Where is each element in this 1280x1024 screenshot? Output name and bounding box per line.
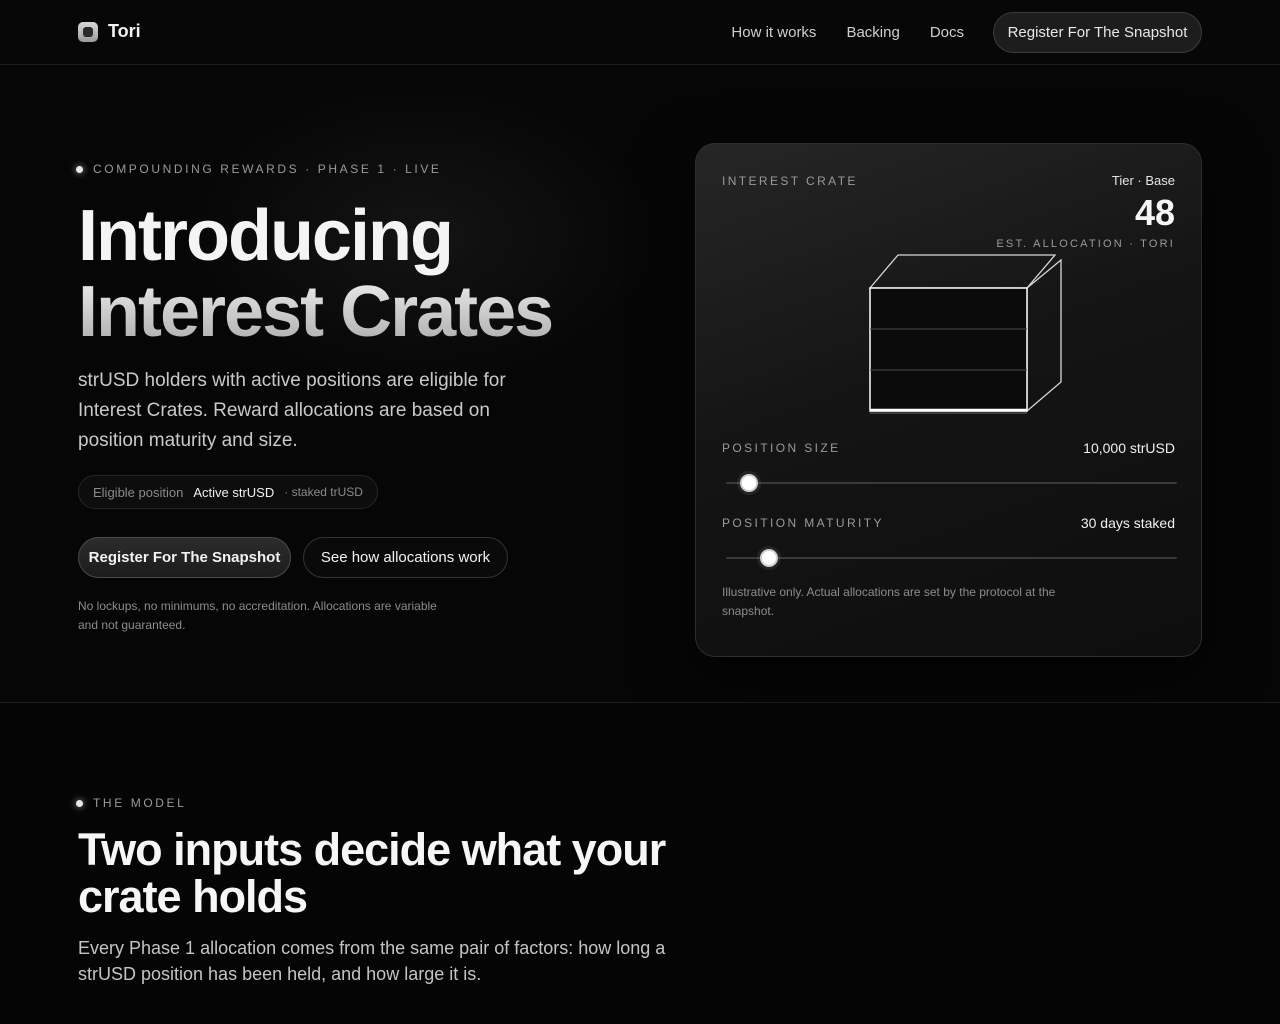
- section-dot-icon: [76, 799, 83, 807]
- hero-subtitle: strUSD holders with active positions are…: [78, 370, 506, 451]
- position-maturity-slider-thumb[interactable]: [759, 549, 778, 567]
- hero-section: COMPOUNDING REWARDS · PHASE 1 · LIVE Int…: [0, 65, 1280, 703]
- register-snapshot-button[interactable]: Register For The Snapshot: [78, 537, 291, 578]
- position-maturity-label: POSITION MATURITY: [722, 516, 884, 530]
- model-subtitle: Every Phase 1 allocation comes from the …: [78, 938, 666, 984]
- card-label: INTEREST CRATE: [722, 174, 858, 188]
- model-eyebrow-text: THE MODEL: [93, 796, 187, 810]
- top-nav: Tori How it works Backing Docs Register …: [0, 0, 1280, 65]
- eligibility-suffix: · staked trUSD: [284, 485, 363, 499]
- eligibility-pill: Eligible position Active strUSD · staked…: [78, 475, 378, 509]
- position-size-label: POSITION SIZE: [722, 441, 841, 455]
- hero-title: Introducing Interest Crates: [78, 196, 554, 352]
- card-allocation-label: EST. ALLOCATION · TORI: [996, 238, 1175, 250]
- interest-crate-card: INTEREST CRATE Tier · Base 48 EST. ALLOC…: [695, 143, 1202, 657]
- hero-eyebrow-text: COMPOUNDING REWARDS · PHASE 1 · LIVE: [93, 162, 442, 176]
- position-size-slider[interactable]: [726, 474, 1177, 492]
- position-maturity-value: 30 days staked: [1080, 515, 1175, 531]
- see-allocations-button[interactable]: See how allocations work: [303, 537, 508, 578]
- hero-title-line1: Introducing: [78, 196, 454, 276]
- hero-title-line2: Interest Crates: [78, 272, 554, 352]
- card-tier: Tier · Base: [1111, 173, 1175, 188]
- card-disclaimer: Illustrative only. Actual allocations ar…: [722, 585, 1056, 618]
- crate-icon: [868, 254, 1062, 414]
- position-size-value: 10,000 strUSD: [1083, 440, 1175, 456]
- eligibility-key: Eligible position: [93, 484, 184, 500]
- card-allocation-value: 48: [1134, 192, 1175, 233]
- eligibility-value: Active strUSD: [193, 484, 275, 500]
- model-section: THE MODEL Two inputs decide what your cr…: [0, 704, 1280, 1024]
- live-dot-icon: [76, 165, 83, 173]
- position-maturity-slider[interactable]: [726, 549, 1177, 567]
- nav-link-how-it-works[interactable]: How it works: [731, 24, 816, 41]
- model-title: Two inputs decide what your crate holds: [78, 824, 666, 922]
- nav-links: How it works Backing Docs: [731, 24, 964, 41]
- hero-fine-print: No lockups, no minimums, no accreditatio…: [78, 599, 437, 632]
- tori-logo-icon: [78, 21, 98, 42]
- hero-eyebrow: COMPOUNDING REWARDS · PHASE 1 · LIVE: [76, 162, 442, 176]
- position-size-slider-thumb[interactable]: [739, 474, 758, 492]
- nav-link-backing[interactable]: Backing: [846, 24, 899, 41]
- nav-register-button[interactable]: Register For The Snapshot: [993, 12, 1202, 53]
- brand-name: Tori: [108, 21, 141, 41]
- brand-link[interactable]: Tori: [78, 21, 141, 42]
- model-eyebrow: THE MODEL: [76, 796, 186, 810]
- nav-link-docs[interactable]: Docs: [930, 24, 964, 41]
